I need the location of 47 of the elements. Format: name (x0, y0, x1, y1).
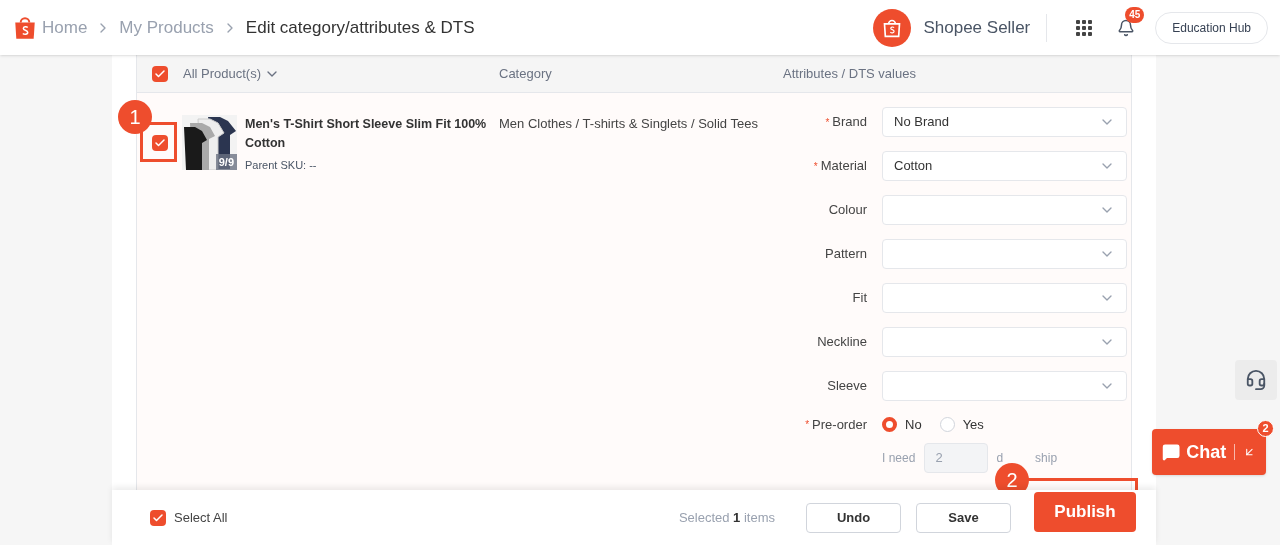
action-button[interactable]: Save (916, 502, 1011, 533)
checkbox[interactable] (152, 65, 168, 82)
attribute-label: Brand (832, 113, 867, 132)
column-header: Category (499, 64, 553, 83)
required-mark: * (805, 418, 810, 433)
attribute-select[interactable]: Cotton (882, 151, 1127, 181)
chat-label: Chat (1186, 440, 1227, 464)
check-icon (152, 511, 164, 524)
radio-option[interactable]: No (882, 415, 922, 435)
chat-icon (1162, 442, 1181, 462)
chat-badge: 2 (1257, 420, 1274, 437)
days-suffix: ship (1035, 449, 1058, 467)
check-icon (154, 137, 166, 149)
radio-button[interactable] (882, 417, 897, 433)
shopping-bag-icon (12, 14, 38, 41)
action-button[interactable]: Undo (806, 502, 901, 533)
support-button[interactable] (1235, 360, 1277, 400)
attribute-label: Pattern (825, 245, 867, 264)
attribute-label: Sleeve (827, 377, 867, 396)
attribute-label: Neckline (817, 333, 867, 352)
notification-bell-icon[interactable] (1117, 18, 1136, 37)
attribute-label: Fit (852, 289, 867, 308)
publish-button[interactable]: Publish (1034, 491, 1136, 532)
checkbox[interactable] (152, 135, 168, 151)
column-header[interactable]: All Product(s) (183, 63, 262, 84)
apps-grid-icon[interactable] (1075, 18, 1094, 37)
notification-badge: 45 (1125, 6, 1145, 23)
breadcrumb-link[interactable]: Edit category/attributes & DTS (245, 14, 475, 41)
check-icon (154, 67, 166, 80)
required-mark: * (813, 159, 818, 174)
checkbox[interactable] (150, 509, 166, 526)
attribute-label: Material (820, 157, 867, 176)
attribute-label: Colour (828, 201, 867, 220)
attribute-label: Pre-order (812, 416, 867, 434)
product-name: Men's T-Shirt Short Sleeve Slim Fit 100% Cotton (245, 116, 488, 152)
category-path: Men Clothes / T-shirts & Singlets / Solid Tees (499, 116, 758, 131)
required-mark: * (825, 115, 830, 130)
shop-logo (873, 8, 912, 47)
brand-name: Shopee Seller (923, 16, 1031, 39)
column-header: Attributes / DTS values (783, 64, 916, 83)
parent-sku: Parent SKU: -- (245, 158, 318, 173)
days-label: I need (882, 449, 916, 467)
headset-icon (1245, 369, 1267, 391)
selected-count: Selected 1 items (678, 508, 775, 527)
radio-option[interactable]: Yes (939, 415, 984, 435)
attribute-select[interactable]: No Brand (882, 107, 1127, 137)
select-all-label[interactable]: Select All (174, 507, 228, 528)
